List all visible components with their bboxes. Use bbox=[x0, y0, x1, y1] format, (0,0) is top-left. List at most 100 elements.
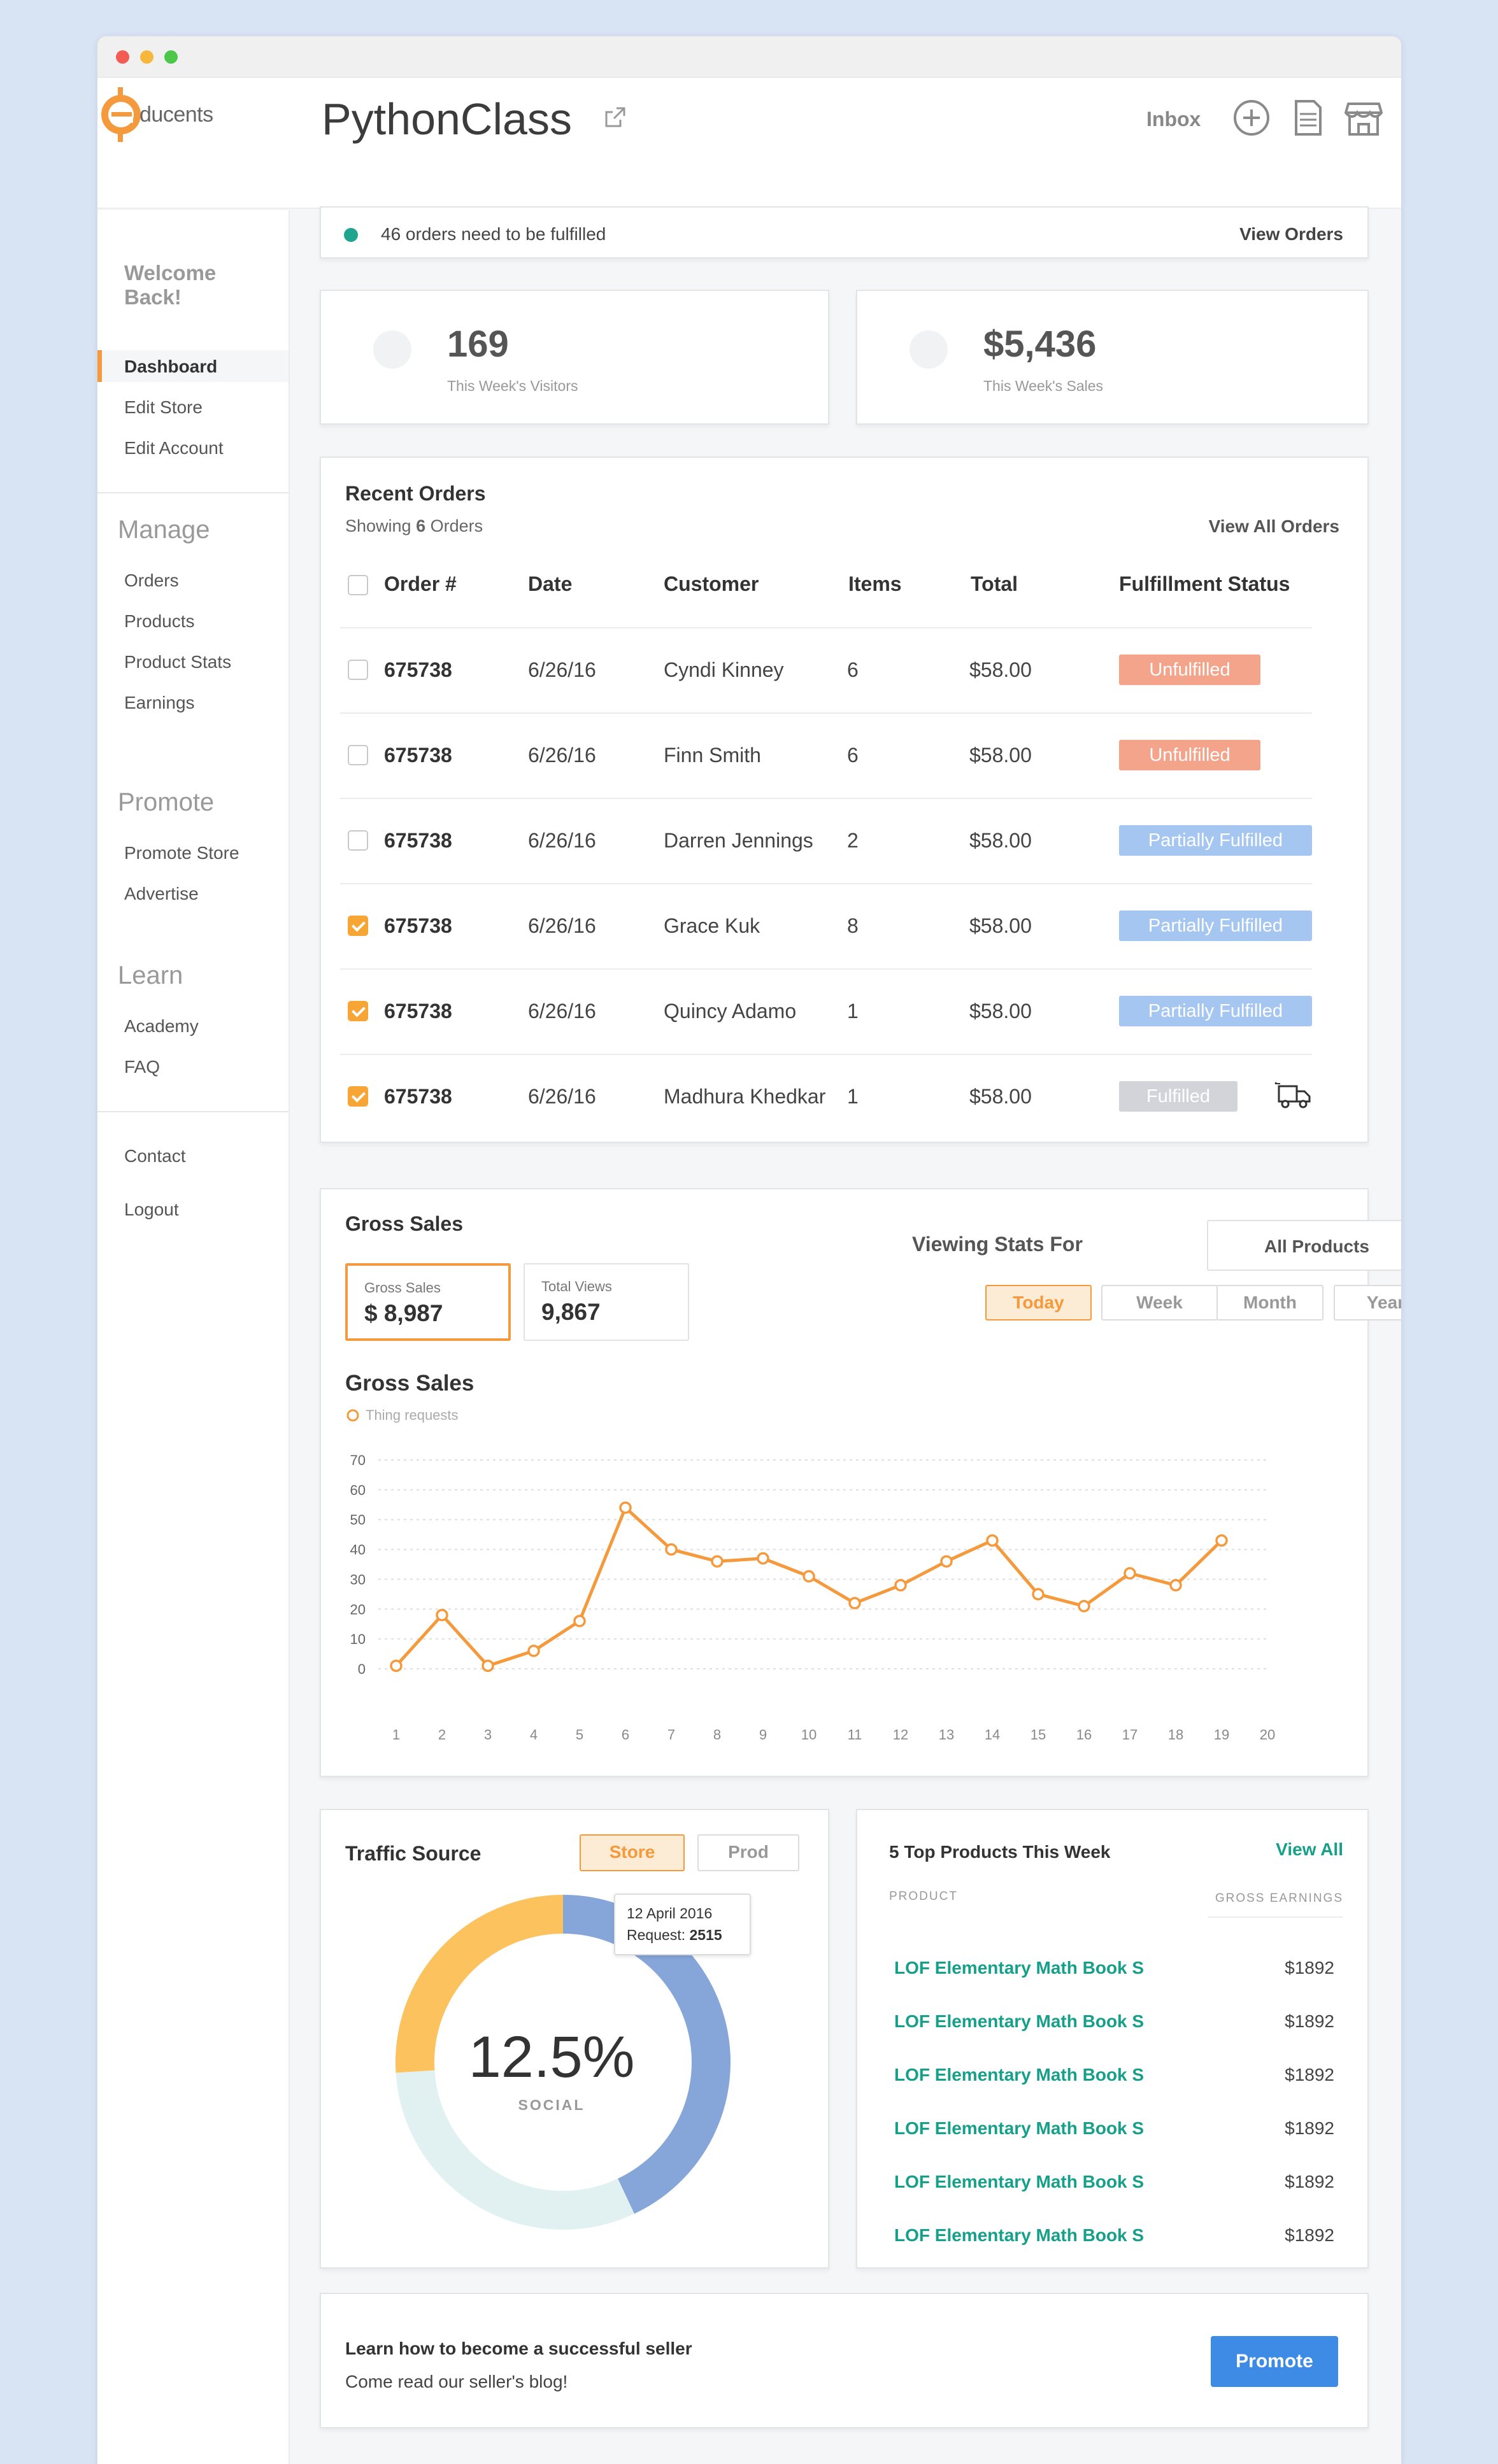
data-point[interactable] bbox=[573, 1615, 586, 1627]
sidebar-divider bbox=[97, 1111, 289, 1112]
section-learn: Learn bbox=[118, 961, 183, 989]
external-link-icon[interactable] bbox=[603, 104, 628, 130]
data-point[interactable] bbox=[527, 1645, 540, 1657]
gross-sales-line-chart: 0102030405060701 2 3 4 5 6 7 8 9 10 11 12 13 14 15 16 17… bbox=[350, 1452, 1276, 1743]
data-point[interactable] bbox=[848, 1597, 861, 1610]
sales-label: This Week's Sales bbox=[983, 378, 1104, 394]
data-point[interactable] bbox=[940, 1555, 953, 1568]
sidebar-item-faq[interactable]: FAQ bbox=[124, 1057, 160, 1077]
data-point[interactable] bbox=[757, 1552, 769, 1565]
fulfillment-status-badge[interactable]: Partially Fulfilled bbox=[1119, 910, 1312, 941]
data-point[interactable] bbox=[665, 1543, 678, 1556]
row-checkbox[interactable] bbox=[348, 1001, 368, 1021]
fulfillment-status-badge[interactable]: Unfulfilled bbox=[1119, 655, 1260, 685]
sidebar-item-contact[interactable]: Contact bbox=[124, 1146, 186, 1166]
view-all-orders-link[interactable]: View All Orders bbox=[1209, 516, 1339, 537]
y-tick-label: 20 bbox=[350, 1601, 366, 1617]
data-point[interactable] bbox=[481, 1659, 494, 1673]
customer-name: Cyndi Kinney bbox=[664, 658, 784, 681]
sidebar-item-edit-store[interactable]: Edit Store bbox=[124, 397, 203, 418]
top-product-earnings: $1892 bbox=[1285, 1958, 1334, 1978]
data-point[interactable] bbox=[1169, 1579, 1182, 1592]
fulfillment-status-badge[interactable]: Unfulfilled bbox=[1119, 740, 1260, 770]
section-manage: Manage bbox=[118, 516, 210, 544]
sidebar-item-advertise[interactable]: Advertise bbox=[124, 884, 199, 904]
fulfillment-status-badge[interactable]: Partially Fulfilled bbox=[1119, 996, 1312, 1026]
top-product-name[interactable]: LOF Elementary Math Book S bbox=[894, 2172, 1144, 2192]
row-checkbox[interactable] bbox=[348, 660, 368, 680]
view-all-products-link[interactable]: View All bbox=[1276, 1839, 1343, 1860]
row-checkbox[interactable] bbox=[348, 916, 368, 936]
shipping-truck-icon[interactable] bbox=[1274, 1081, 1312, 1109]
sidebar-item-logout[interactable]: Logout bbox=[124, 1200, 179, 1220]
y-tick-label: 40 bbox=[350, 1542, 366, 1558]
sidebar-item-product-stats[interactable]: Product Stats bbox=[124, 652, 231, 672]
x-tick-label: 15 bbox=[1031, 1727, 1046, 1743]
col-total[interactable]: Total bbox=[971, 572, 1018, 596]
x-tick-label: 13 bbox=[939, 1727, 954, 1743]
sidebar-item-earnings[interactable]: Earnings bbox=[124, 693, 195, 713]
close-window-button[interactable] bbox=[116, 50, 129, 64]
data-point[interactable] bbox=[436, 1608, 448, 1622]
order-date: 6/26/16 bbox=[528, 914, 596, 937]
fulfillment-status-badge[interactable]: Fulfilled bbox=[1119, 1081, 1238, 1112]
plus-circle-icon[interactable] bbox=[1232, 99, 1271, 137]
data-point[interactable] bbox=[711, 1555, 724, 1568]
data-point[interactable] bbox=[894, 1579, 907, 1592]
data-point[interactable] bbox=[1215, 1534, 1228, 1547]
sidebar-item-dashboard[interactable]: Dashboard bbox=[124, 357, 217, 377]
donut-segment[interactable] bbox=[396, 2070, 634, 2230]
row-checkbox[interactable] bbox=[348, 830, 368, 851]
recent-orders-title: Recent Orders bbox=[345, 482, 486, 505]
row-checkbox[interactable] bbox=[348, 745, 368, 765]
data-point[interactable] bbox=[619, 1501, 632, 1514]
data-point[interactable] bbox=[1124, 1567, 1136, 1580]
inbox-link[interactable]: Inbox bbox=[1146, 108, 1201, 131]
item-count: 8 bbox=[847, 914, 859, 937]
promote-button[interactable]: Promote bbox=[1211, 2336, 1338, 2387]
row-checkbox[interactable] bbox=[348, 1086, 368, 1107]
active-item-marker bbox=[97, 350, 102, 382]
col-date[interactable]: Date bbox=[528, 572, 572, 596]
data-point[interactable] bbox=[1032, 1588, 1045, 1601]
orders-showing-count: Showing 6 Orders bbox=[345, 516, 483, 536]
sidebar-item-products[interactable]: Products bbox=[124, 611, 195, 632]
window-titlebar bbox=[97, 36, 1401, 78]
maximize-window-button[interactable] bbox=[164, 50, 178, 64]
sidebar-item-edit-account[interactable]: Edit Account bbox=[124, 438, 224, 458]
top-product-name[interactable]: LOF Elementary Math Book S bbox=[894, 2225, 1144, 2246]
data-point[interactable] bbox=[390, 1659, 403, 1673]
top-product-name[interactable]: LOF Elementary Math Book S bbox=[894, 2011, 1144, 2032]
top-product-name[interactable]: LOF Elementary Math Book S bbox=[894, 2118, 1144, 2139]
data-point[interactable] bbox=[802, 1569, 815, 1583]
y-tick-label: 10 bbox=[350, 1631, 366, 1647]
store-icon[interactable] bbox=[1345, 99, 1383, 137]
sidebar-item-academy[interactable]: Academy bbox=[124, 1016, 199, 1037]
store-title: PythonClass bbox=[322, 94, 572, 144]
col-customer[interactable]: Customer bbox=[664, 572, 759, 596]
sidebar-item-promote-store[interactable]: Promote Store bbox=[124, 843, 239, 863]
data-point[interactable] bbox=[986, 1534, 999, 1547]
sidebar-item-orders[interactable]: Orders bbox=[124, 570, 179, 591]
top-product-earnings: $1892 bbox=[1285, 2172, 1334, 2191]
row-divider bbox=[340, 798, 1312, 799]
col-order[interactable]: Order # bbox=[384, 572, 457, 596]
order-total: $58.00 bbox=[969, 1000, 1032, 1023]
educents-logo[interactable]: ducents bbox=[99, 87, 226, 142]
x-tick-label: 11 bbox=[848, 1727, 862, 1743]
fulfillment-status-badge[interactable]: Partially Fulfilled bbox=[1119, 825, 1312, 856]
view-orders-link[interactable]: View Orders bbox=[1239, 224, 1343, 244]
top-product-name[interactable]: LOF Elementary Math Book S bbox=[894, 2065, 1144, 2085]
select-all-checkbox[interactable] bbox=[348, 575, 368, 595]
document-icon[interactable] bbox=[1288, 99, 1327, 137]
tooltip-request-value: 2515 bbox=[689, 1927, 722, 1943]
promo-card: Learn how to become a successful seller … bbox=[320, 2293, 1369, 2428]
col-items[interactable]: Items bbox=[848, 572, 902, 596]
minimize-window-button[interactable] bbox=[140, 50, 153, 64]
customer-name: Finn Smith bbox=[664, 744, 761, 767]
top-product-name[interactable]: LOF Elementary Math Book S bbox=[894, 1958, 1144, 1978]
row-divider bbox=[340, 883, 1312, 884]
col-fulfillment-status[interactable]: Fulfillment Status bbox=[1119, 572, 1290, 596]
data-point[interactable] bbox=[1078, 1599, 1090, 1613]
item-count: 6 bbox=[847, 658, 859, 681]
